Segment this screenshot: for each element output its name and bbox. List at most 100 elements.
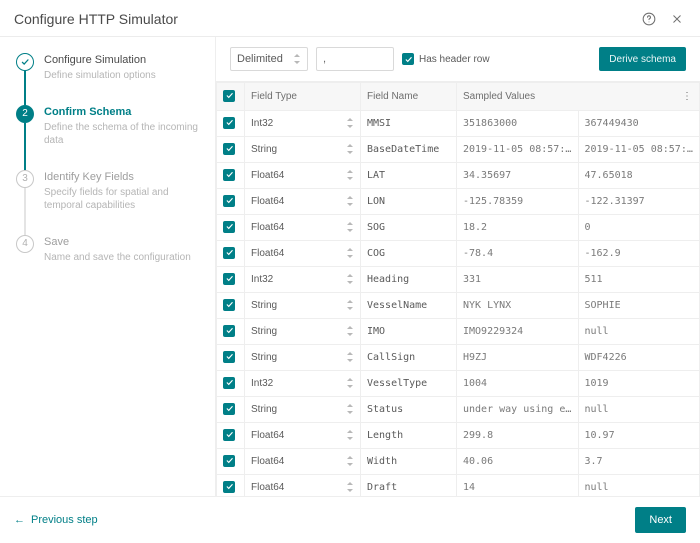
field-name-cell[interactable]: Width [361, 449, 457, 475]
step-badge: 3 [16, 170, 34, 188]
table-row: Float64Width40.063.7 [217, 449, 700, 475]
sample-value-2: null [578, 475, 700, 497]
schema-table-scroll[interactable]: Field Type Field Name Sampled Values ⋮ I… [216, 81, 700, 496]
field-type-cell[interactable]: Int32 [245, 267, 361, 293]
field-type-cell[interactable]: Float64 [245, 449, 361, 475]
next-button[interactable]: Next [635, 507, 686, 533]
field-name-cell[interactable]: Status [361, 397, 457, 423]
field-name-cell[interactable]: VesselName [361, 293, 457, 319]
row-checkbox[interactable] [217, 241, 245, 267]
row-checkbox[interactable] [217, 449, 245, 475]
sample-value-1: -125.78359 [457, 189, 579, 215]
field-type-cell[interactable]: String [245, 137, 361, 163]
table-row: Float64LAT34.3569747.65018 [217, 163, 700, 189]
field-type-cell[interactable]: Float64 [245, 241, 361, 267]
sort-icon [346, 222, 354, 232]
field-name-cell[interactable]: Length [361, 423, 457, 449]
table-row: Float64SOG18.20 [217, 215, 700, 241]
derive-schema-button[interactable]: Derive schema [599, 47, 686, 71]
field-type-cell[interactable]: Int32 [245, 111, 361, 137]
previous-step-button[interactable]: ← Previous step [14, 514, 98, 526]
row-checkbox[interactable] [217, 293, 245, 319]
row-checkbox[interactable] [217, 215, 245, 241]
sample-value-2: 2019-11-05 08:57:16.4 [578, 137, 700, 163]
sort-icon [346, 300, 354, 310]
sort-icon [346, 274, 354, 284]
sort-icon [346, 170, 354, 180]
row-checkbox[interactable] [217, 137, 245, 163]
step-desc: Define simulation options [44, 69, 156, 83]
chevron-down-icon [293, 54, 301, 64]
field-name-cell[interactable]: IMO [361, 319, 457, 345]
field-type-cell[interactable]: Float64 [245, 423, 361, 449]
row-checkbox[interactable] [217, 189, 245, 215]
row-checkbox[interactable] [217, 111, 245, 137]
field-type-cell[interactable]: Float64 [245, 215, 361, 241]
field-type-cell[interactable]: String [245, 397, 361, 423]
field-name-cell[interactable]: Draft [361, 475, 457, 497]
sort-icon [346, 352, 354, 362]
sample-value-1: 331 [457, 267, 579, 293]
field-type-cell[interactable]: String [245, 293, 361, 319]
row-checkbox[interactable] [217, 397, 245, 423]
field-name-cell[interactable]: COG [361, 241, 457, 267]
format-select-value: Delimited [237, 53, 283, 65]
sample-value-2: 47.65018 [578, 163, 700, 189]
sort-icon [346, 118, 354, 128]
col-head-sampled[interactable]: Sampled Values ⋮ [457, 83, 700, 111]
row-checkbox[interactable] [217, 163, 245, 189]
sample-value-2: 511 [578, 267, 700, 293]
arrow-left-icon: ← [14, 514, 25, 526]
field-name-cell[interactable]: LON [361, 189, 457, 215]
table-row: Float64COG-78.4-162.9 [217, 241, 700, 267]
field-name-cell[interactable]: BaseDateTime [361, 137, 457, 163]
table-row: Int32VesselType10041019 [217, 371, 700, 397]
sample-value-1: 299.8 [457, 423, 579, 449]
close-icon[interactable] [668, 10, 686, 28]
field-name-cell[interactable]: CallSign [361, 345, 457, 371]
sort-icon [346, 430, 354, 440]
col-head-field-name[interactable]: Field Name [361, 83, 457, 111]
table-row: Int32MMSI351863000367449430 [217, 111, 700, 137]
sample-value-1: 18.2 [457, 215, 579, 241]
table-row: Float64Length299.810.97 [217, 423, 700, 449]
header-row-checkbox[interactable]: Has header row [402, 53, 490, 65]
sample-value-1: 14 [457, 475, 579, 497]
field-type-cell[interactable]: Float64 [245, 163, 361, 189]
sample-value-2: 1019 [578, 371, 700, 397]
field-type-cell[interactable]: Int32 [245, 371, 361, 397]
row-checkbox[interactable] [217, 319, 245, 345]
help-icon[interactable] [640, 10, 658, 28]
step-1[interactable]: Configure SimulationDefine simulation op… [16, 53, 203, 83]
col-head-field-type[interactable]: Field Type [245, 83, 361, 111]
select-all-checkbox[interactable] [217, 83, 245, 111]
row-checkbox[interactable] [217, 475, 245, 497]
sample-value-2: 10.97 [578, 423, 700, 449]
field-type-cell[interactable]: String [245, 319, 361, 345]
sort-icon [346, 326, 354, 336]
row-checkbox[interactable] [217, 345, 245, 371]
delimiter-input[interactable] [316, 47, 394, 71]
sample-value-1: 40.06 [457, 449, 579, 475]
row-checkbox[interactable] [217, 371, 245, 397]
more-icon[interactable]: ⋮ [682, 91, 693, 102]
header-row-label: Has header row [419, 54, 490, 65]
format-select[interactable]: Delimited [230, 47, 308, 71]
field-type-cell[interactable]: String [245, 345, 361, 371]
sample-value-2: 0 [578, 215, 700, 241]
field-name-cell[interactable]: LAT [361, 163, 457, 189]
step-badge [16, 53, 34, 71]
row-checkbox[interactable] [217, 423, 245, 449]
sort-icon [346, 144, 354, 154]
step-desc: Specify fields for spatial and temporal … [44, 186, 203, 213]
field-name-cell[interactable]: Heading [361, 267, 457, 293]
field-type-cell[interactable]: Float64 [245, 189, 361, 215]
sample-value-1: H9ZJ [457, 345, 579, 371]
field-name-cell[interactable]: SOG [361, 215, 457, 241]
step-2[interactable]: 2Confirm SchemaDefine the schema of the … [16, 105, 203, 148]
field-type-cell[interactable]: Float64 [245, 475, 361, 497]
sample-value-2: 367449430 [578, 111, 700, 137]
row-checkbox[interactable] [217, 267, 245, 293]
field-name-cell[interactable]: VesselType [361, 371, 457, 397]
field-name-cell[interactable]: MMSI [361, 111, 457, 137]
